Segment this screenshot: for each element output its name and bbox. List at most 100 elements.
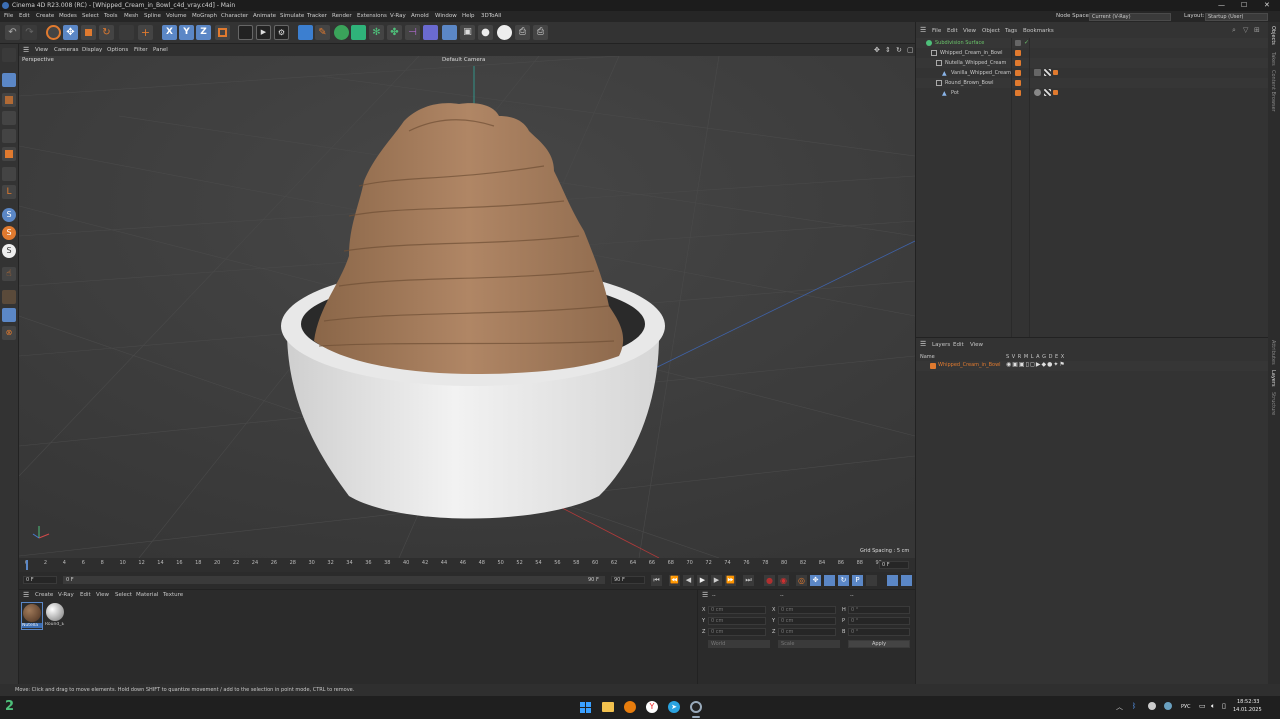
menu-spline[interactable]: Spline (144, 11, 161, 22)
om-menu-bookmarks[interactable]: Bookmarks (1023, 28, 1054, 34)
language-indicator[interactable]: РУС (1181, 704, 1191, 710)
light-icon[interactable]: ● (478, 25, 493, 40)
material-hamburger-icon[interactable]: ☰ (23, 591, 29, 599)
telegram-icon[interactable]: ➤ (668, 701, 680, 713)
coord-hamburger-icon[interactable]: ☰ (702, 591, 708, 599)
undo-icon[interactable]: ↶ (5, 25, 20, 40)
menu-mesh[interactable]: Mesh (124, 11, 138, 22)
menu-volume[interactable]: Volume (166, 11, 186, 22)
object-row[interactable]: ▲ Vanilla_Whipped_Cream (916, 68, 1268, 78)
prev-frame-icon[interactable]: ◀ (683, 575, 694, 586)
axis-mode-icon[interactable] (2, 167, 16, 181)
object-row[interactable]: Round_Brown_Bowl (916, 78, 1268, 88)
start-frame-field[interactable]: 0 F (23, 576, 57, 584)
menu-character[interactable]: Character (221, 11, 248, 22)
tab-objects[interactable]: Objects (1270, 26, 1276, 45)
viewport-zoom-icon[interactable]: ⇕ (885, 44, 891, 56)
subdivision-icon[interactable] (334, 25, 349, 40)
menu-edit[interactable]: Edit (19, 11, 30, 22)
material-swatch-bowl[interactable]: Round_E (45, 602, 67, 630)
menu-animate[interactable]: Animate (253, 11, 276, 22)
yandex-browser-icon[interactable]: Y (646, 701, 658, 713)
object-row[interactable]: Nutella_Whipped_Cream (916, 58, 1268, 68)
z-axis-lock-icon[interactable]: Z (196, 25, 211, 40)
field-icon[interactable] (423, 25, 438, 40)
coord-rot-h[interactable]: 0 ° (848, 606, 910, 614)
minimize-button[interactable]: — (1218, 0, 1225, 11)
coord-pos-y[interactable]: 0 cm (708, 617, 766, 625)
om-menu-edit[interactable]: Edit (947, 28, 958, 34)
floor-icon[interactable] (442, 25, 457, 40)
preview-end-field[interactable]: 90 F (585, 576, 605, 584)
om-menu-view[interactable]: View (963, 28, 976, 34)
viewport-rotate-icon[interactable]: ↻ (896, 44, 902, 56)
tab-attributes[interactable]: Attributes (1270, 340, 1276, 365)
layer-menu-layers[interactable]: Layers (932, 342, 950, 348)
menu-render[interactable]: Render (332, 11, 352, 22)
render-view-icon[interactable] (238, 25, 253, 40)
expand-icon[interactable]: ⊞ (1254, 26, 1260, 34)
cinema4d-taskbar-icon[interactable] (690, 701, 702, 713)
menu-tools[interactable]: Tools (104, 11, 118, 22)
om-menu-object[interactable]: Object (982, 28, 1000, 34)
next-key-icon[interactable]: ⏩ (725, 575, 736, 586)
key-pla-icon[interactable] (866, 575, 877, 586)
extrude-icon[interactable] (351, 25, 366, 40)
uv-tag-icon[interactable] (1044, 89, 1051, 96)
menu-select[interactable]: Select (82, 11, 99, 22)
tweak-icon[interactable]: ☝ (2, 267, 16, 281)
goto-start-icon[interactable]: ⏮ (651, 575, 662, 586)
autokey-icon[interactable]: ◉ (778, 575, 789, 586)
layout-select[interactable]: Startup (User) (1205, 13, 1268, 21)
maximize-button[interactable]: ☐ (1241, 0, 1247, 11)
menu-arnold[interactable]: Arnold (411, 11, 429, 22)
viewport-move-icon[interactable]: ✥ (874, 44, 880, 56)
current-frame-field[interactable]: 0 F (879, 561, 909, 569)
mat-menu-edit[interactable]: Edit (80, 592, 91, 598)
pen-spline-icon[interactable]: ✎ (315, 25, 330, 40)
tab-takes[interactable]: Takes (1270, 52, 1276, 66)
redo-icon[interactable]: ↷ (22, 25, 37, 40)
tab-layers[interactable]: Layers (1270, 370, 1276, 387)
vp-menu-cameras[interactable]: Cameras (54, 44, 78, 56)
om-menu-file[interactable]: File (932, 28, 941, 34)
mograph-icon[interactable]: ✤ (387, 25, 402, 40)
key-param-icon[interactable]: P (852, 575, 863, 586)
menu-extensions[interactable]: Extensions (357, 11, 387, 22)
object-row[interactable]: Subdivision Surface ✓ (916, 38, 1268, 48)
menu-help[interactable]: Help (462, 11, 475, 22)
vp-menu-options[interactable]: Options (107, 44, 128, 56)
menu-tracker[interactable]: Tracker (307, 11, 327, 22)
layer-menu-edit[interactable]: Edit (953, 342, 964, 348)
clock-date[interactable]: 14.01.2025 (1233, 707, 1262, 713)
quantize-icon[interactable]: S (2, 244, 16, 258)
key-scale-icon[interactable] (824, 575, 835, 586)
prev-key-icon[interactable]: ⏪ (669, 575, 680, 586)
layer-flag-icons[interactable]: ◉▣▣▯◻▶◆●✦⚑ (1006, 361, 1066, 368)
clock-time[interactable]: 18:52:33 (1237, 699, 1259, 705)
workplane-icon[interactable]: L (2, 185, 16, 199)
snap-icon[interactable]: S (2, 208, 16, 222)
end-frame-field[interactable]: 90 F (611, 576, 645, 584)
mat-menu-view[interactable]: View (96, 592, 109, 598)
snap-settings-icon[interactable]: S (2, 226, 16, 240)
network-icon[interactable]: ▭ (1199, 702, 1206, 710)
cloner-icon[interactable]: ✻ (369, 25, 384, 40)
menu-vray[interactable]: V-Ray (390, 11, 406, 22)
coord-scale-select[interactable]: Scale (778, 640, 840, 648)
timeline-ruler[interactable]: 0246810121416182022242628303234363840424… (19, 558, 915, 572)
3d-viewport[interactable]: Perspective Default Camera Grid Spacing … (19, 56, 915, 558)
viewport-hamburger-icon[interactable]: ☰ (23, 44, 29, 56)
record-keys-icon[interactable]: ● (764, 575, 775, 586)
coord-pos-z[interactable]: 0 cm (708, 628, 766, 636)
preview-start-field[interactable]: 0 F (63, 576, 603, 584)
vray-logo-icon[interactable] (497, 25, 512, 40)
texture-mode-icon[interactable] (2, 93, 16, 107)
layer-name[interactable]: Whipped_Cream_in_Bowl (938, 362, 1001, 368)
vp-menu-filter[interactable]: Filter (134, 44, 148, 56)
render-settings-icon[interactable]: ⚙ (274, 25, 289, 40)
mat-menu-vray[interactable]: V-Ray (58, 592, 74, 598)
camera-label[interactable]: Default Camera (442, 57, 485, 63)
viewport-toggle-icon[interactable]: ▢ (907, 44, 914, 56)
menu-modes[interactable]: Modes (59, 11, 77, 22)
